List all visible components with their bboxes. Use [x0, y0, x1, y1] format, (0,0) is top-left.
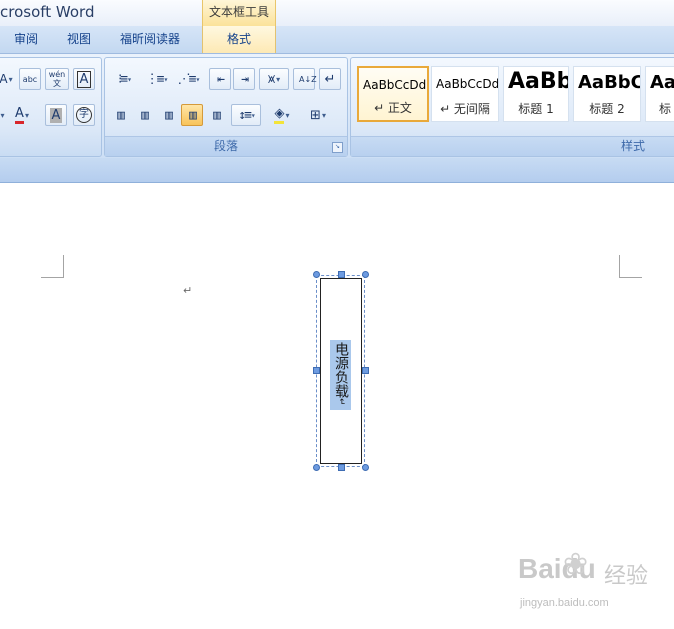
- resize-handle-right[interactable]: [362, 367, 369, 374]
- show-marks-button[interactable]: ↵: [319, 68, 341, 90]
- character-shading-button[interactable]: A: [45, 104, 67, 126]
- borders-button[interactable]: ⊞: [301, 104, 335, 126]
- line-spacing-icon: ↕≡: [238, 107, 252, 123]
- distributed-icon: ▥: [213, 107, 221, 123]
- phonetic-guide-button[interactable]: wén 文: [45, 68, 69, 90]
- align-center-icon: ▥: [141, 107, 149, 123]
- font-group: A abc wén 文 A A A 字: [0, 57, 102, 157]
- shading-button[interactable]: ◈: [265, 104, 299, 126]
- font-color-icon: A: [15, 106, 24, 124]
- bullets-button[interactable]: ⁝≡: [109, 68, 139, 90]
- baidu-jingyan-watermark: Baidu ❀ 经验 jingyan.baidu.com: [518, 547, 668, 623]
- style-heading-1[interactable]: AaBb 标题 1: [503, 66, 569, 122]
- ribbon-bottom-edge: [0, 158, 674, 183]
- font-grow-button[interactable]: A: [0, 68, 15, 90]
- numbering-button[interactable]: ⋮≡: [141, 68, 171, 90]
- font-grow-icon: A: [0, 72, 8, 86]
- resize-handle-left[interactable]: [313, 367, 320, 374]
- enclose-characters-button[interactable]: 字: [73, 104, 95, 126]
- style-normal[interactable]: AaBbCcDd ↵ 正文: [357, 66, 429, 122]
- watermark-url: jingyan.baidu.com: [520, 597, 609, 609]
- styles-group-label-text: 样式: [621, 139, 646, 153]
- bullet-list-icon: ⁝≡: [118, 71, 128, 87]
- justify-icon: ▥: [189, 107, 197, 123]
- sort-icon: A↓Z: [299, 74, 317, 84]
- style-sample: AaBbCcDd: [363, 78, 427, 92]
- ribbon: A abc wén 文 A A A 字 ⁝≡ ⋮≡ ⋰≡ ⇤ ⇥ ⩙ A↓Z ↵…: [0, 54, 674, 158]
- margin-corner-left: [41, 255, 64, 278]
- line-spacing-button[interactable]: ↕≡: [231, 104, 261, 126]
- style-sample: AaBbC: [578, 72, 641, 93]
- decrease-indent-icon: ⇤: [217, 71, 225, 87]
- style-title[interactable]: Aa 标: [645, 66, 674, 122]
- textbox-content: 电源负载: [333, 342, 349, 398]
- paw-icon: ❀: [563, 547, 589, 582]
- resize-handle-top-right[interactable]: [362, 271, 369, 278]
- chinese-layout-button[interactable]: ⩙: [259, 68, 289, 90]
- clear-format-button[interactable]: abc: [19, 68, 41, 90]
- styles-group-label: 样式: [351, 136, 674, 156]
- style-sample: AaBb: [508, 69, 569, 94]
- margin-corner-right: [619, 255, 642, 278]
- align-right-button[interactable]: ▥: [157, 104, 179, 126]
- decrease-indent-button[interactable]: ⇤: [209, 68, 231, 90]
- styles-group: AaBbCcDd ↵ 正文 AaBbCcDd ↵ 无间隔 AaBb 标题 1 A…: [350, 57, 674, 157]
- tab-review[interactable]: 审阅: [14, 26, 38, 53]
- style-name: ↵ 正文: [374, 101, 412, 115]
- resize-handle-bottom[interactable]: [338, 464, 345, 471]
- style-sample: AaBbCcDd: [436, 77, 499, 91]
- align-left-icon: ▥: [117, 107, 125, 123]
- style-no-spacing[interactable]: AaBbCcDd ↵ 无间隔: [431, 66, 499, 122]
- paragraph-group-label: 段落: [105, 136, 347, 156]
- shading-icon: ◈: [274, 106, 285, 124]
- character-border-button[interactable]: A: [73, 68, 95, 90]
- resize-handle-bottom-right[interactable]: [362, 464, 369, 471]
- clear-format-icon: abc: [22, 74, 38, 84]
- ribbon-tab-row: 审阅 视图 福昕阅读器 格式: [0, 26, 674, 54]
- style-name: 标题 2: [589, 102, 625, 116]
- style-name: ↵ 无间隔: [440, 102, 490, 116]
- character-border-icon: A: [76, 70, 92, 88]
- app-title: crosoft Word: [0, 3, 95, 21]
- tab-foxit-reader[interactable]: 福昕阅读器: [120, 26, 180, 53]
- multilevel-list-icon: ⋰≡: [177, 71, 197, 87]
- textbox-text[interactable]: 电源负载↵: [330, 340, 351, 410]
- borders-icon: ⊞: [310, 107, 321, 123]
- sort-button[interactable]: A↓Z: [293, 68, 317, 90]
- enclose-characters-icon: 字: [76, 107, 92, 123]
- show-marks-icon: ↵: [324, 71, 336, 87]
- watermark-brand: 经验: [604, 564, 649, 589]
- tab-view[interactable]: 视图: [67, 26, 91, 53]
- paragraph-mark: ↵: [183, 284, 193, 297]
- phonetic-guide-icon: wén 文: [48, 70, 66, 88]
- multilevel-list-button[interactable]: ⋰≡: [173, 68, 203, 90]
- character-shading-icon: A: [49, 107, 63, 123]
- distributed-button[interactable]: ▥: [205, 104, 227, 126]
- style-name: 标题 1: [518, 102, 554, 116]
- textbox-end-mark: ↵: [336, 398, 346, 406]
- resize-handle-top-left[interactable]: [313, 271, 320, 278]
- style-name: 标: [658, 102, 671, 116]
- textbox-tools-context-label: 文本框工具: [202, 0, 276, 26]
- style-sample: Aa: [650, 72, 674, 93]
- title-bar: crosoft Word 文本框工具: [0, 0, 674, 26]
- resize-handle-bottom-left[interactable]: [313, 464, 320, 471]
- paragraph-dialog-launcher[interactable]: ↘: [332, 142, 343, 153]
- justify-button[interactable]: ▥: [181, 104, 203, 126]
- chinese-layout-icon: ⩙: [267, 71, 276, 87]
- numbered-list-icon: ⋮≡: [145, 71, 165, 87]
- highlight-dropdown[interactable]: [0, 104, 7, 126]
- increase-indent-button[interactable]: ⇥: [233, 68, 255, 90]
- align-center-button[interactable]: ▥: [133, 104, 155, 126]
- paragraph-group: ⁝≡ ⋮≡ ⋰≡ ⇤ ⇥ ⩙ A↓Z ↵ ▥ ▥ ▥ ▥ ▥ ↕≡ ◈ ⊞ 段落…: [104, 57, 348, 157]
- font-color-button[interactable]: A: [9, 104, 35, 126]
- align-left-button[interactable]: ▥: [109, 104, 131, 126]
- tab-format[interactable]: 格式: [202, 26, 276, 53]
- resize-handle-top[interactable]: [338, 271, 345, 278]
- style-heading-2[interactable]: AaBbC 标题 2: [573, 66, 641, 122]
- align-right-icon: ▥: [165, 107, 173, 123]
- increase-indent-icon: ⇥: [241, 71, 249, 87]
